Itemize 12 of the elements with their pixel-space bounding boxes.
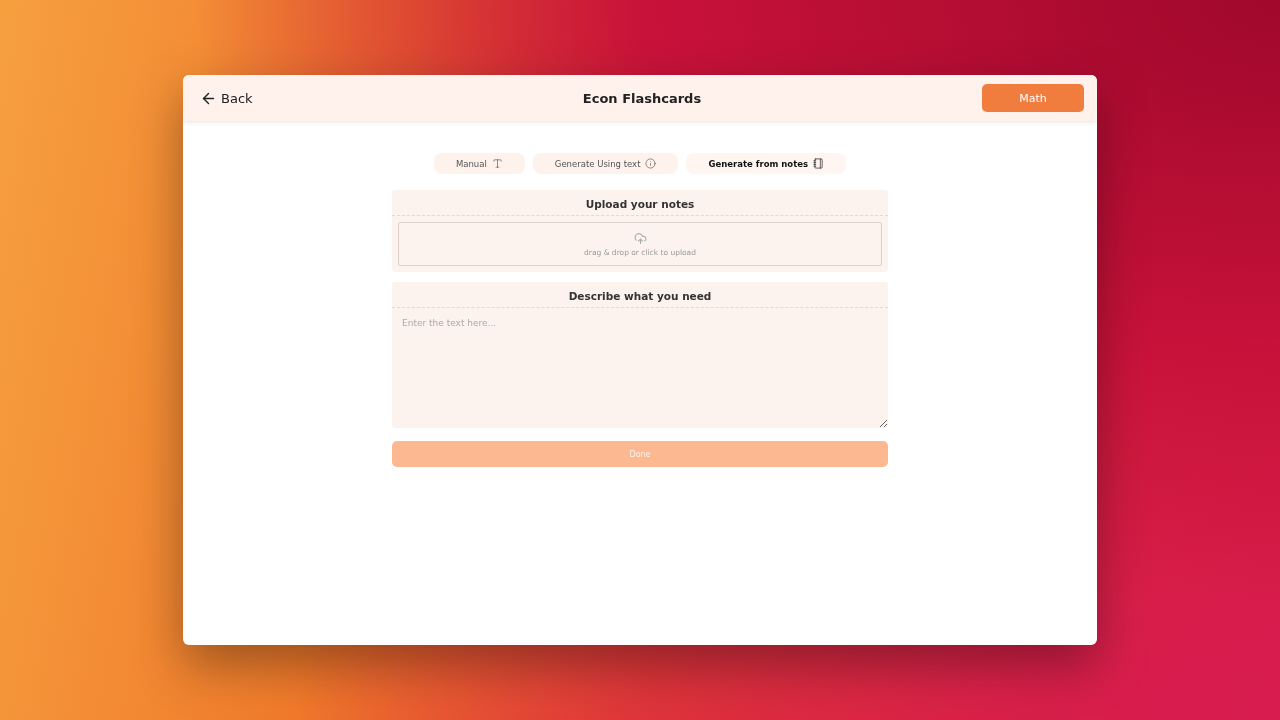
page-title: Econ Flashcards	[582, 90, 702, 106]
mode-tab[interactable]: Manual	[433, 153, 525, 174]
panel-title: Describe what you need	[392, 282, 888, 308]
panel-title: Upload your notes	[392, 190, 888, 216]
notebook-icon	[813, 158, 825, 169]
text-icon	[491, 158, 503, 169]
mode-tab[interactable]: Generate Using text	[532, 153, 679, 174]
info-icon	[645, 158, 657, 169]
description-input[interactable]: Enter the text here...	[392, 308, 888, 428]
cloud-upload-icon	[633, 231, 647, 245]
mode-tab[interactable]: Generate from notes	[686, 153, 847, 174]
back-link[interactable]: Back	[200, 89, 253, 107]
